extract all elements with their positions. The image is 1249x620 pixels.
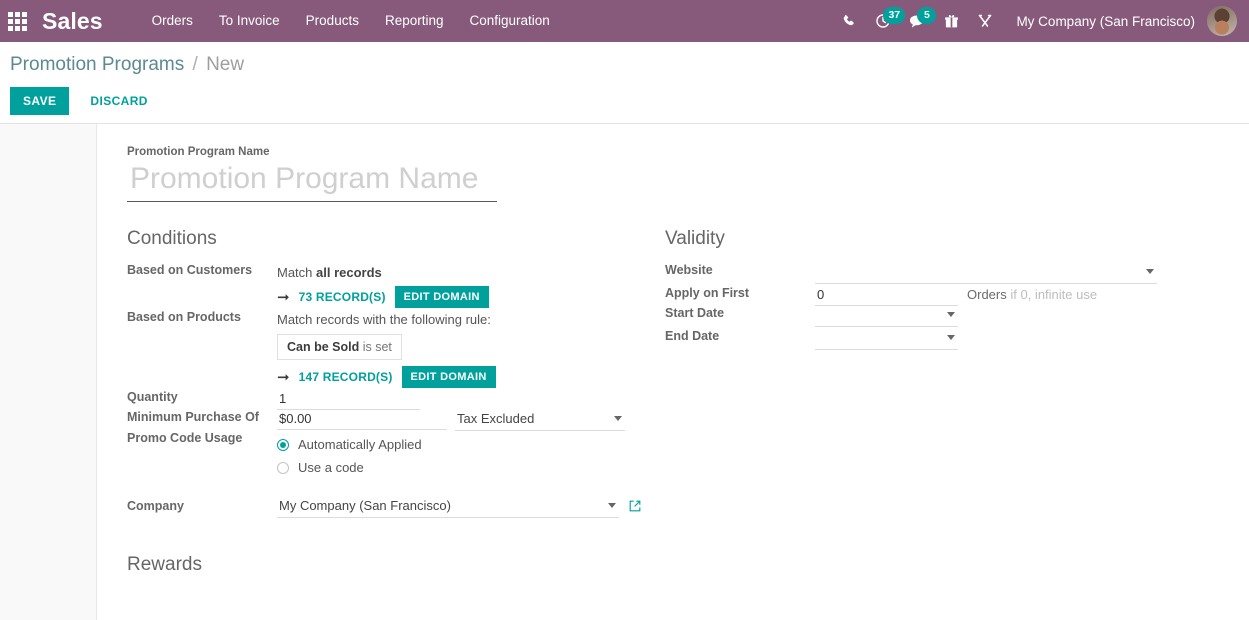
rewards-heading: Rewards: [127, 554, 202, 575]
radio-use-a-code-label: Use a code: [298, 460, 364, 475]
arrow-right-icon: ➞: [277, 368, 290, 386]
start-date-input[interactable]: [815, 306, 958, 327]
systray: 37 5 My Company (San Francisco): [832, 0, 1249, 42]
radio-automatically-applied-label: Automatically Applied: [298, 437, 422, 452]
app-brand-title[interactable]: Sales: [42, 8, 103, 35]
menu-item-orders[interactable]: Orders: [139, 0, 206, 42]
field-row-based-on-products: Based on Products Match records with the…: [127, 310, 657, 390]
end-date-value: [815, 329, 958, 349]
form-action-buttons: SAVE DISCARD: [10, 87, 1233, 115]
customers-match-prefix: Match: [277, 265, 317, 280]
customers-records-link[interactable]: 73 RECORD(S): [299, 290, 386, 304]
chat-messages-icon[interactable]: 5: [900, 0, 937, 42]
company-value: My Company (San Francisco): [279, 498, 451, 513]
products-edit-domain-button[interactable]: EDIT DOMAIN: [401, 366, 496, 388]
customers-match-text: Match all records: [277, 263, 657, 280]
minimum-purchase-input[interactable]: [277, 410, 447, 430]
tax-mode-value: Tax Excluded: [457, 411, 535, 426]
rewards-group: Rewards: [127, 554, 1249, 577]
field-row-based-on-customers: Based on Customers Match all records ➞ 7…: [127, 263, 657, 310]
field-row-minimum-purchase: Minimum Purchase Of Tax Excluded: [127, 410, 657, 431]
gift-icon[interactable]: [934, 0, 968, 42]
based-on-products-label: Based on Products: [127, 310, 241, 324]
promo-code-usage-label: Promo Code Usage: [127, 431, 243, 445]
field-row-website: Website: [665, 263, 1195, 286]
menu-item-reporting[interactable]: Reporting: [372, 0, 457, 42]
field-row-apply-on-first: Apply on First Orders if 0, infinite use: [665, 286, 1195, 306]
form-columns: Conditions Based on Customers Match all …: [127, 228, 1249, 518]
website-value: [815, 263, 1157, 283]
form-sheet: Promotion Program Name Conditions Based …: [97, 124, 1249, 620]
discard-button[interactable]: DISCARD: [77, 87, 160, 115]
breadcrumb-separator: /: [192, 54, 198, 75]
apply-on-first-hint: if 0, infinite use: [1010, 287, 1098, 302]
title-block: Promotion Program Name: [127, 146, 1249, 202]
external-link-icon[interactable]: [628, 499, 642, 516]
breadcrumb-current: New: [206, 54, 245, 75]
tax-mode-select[interactable]: Tax Excluded: [455, 410, 625, 431]
promotion-name-input[interactable]: [127, 160, 497, 202]
radio-automatically-applied[interactable]: Automatically Applied: [277, 437, 657, 452]
save-button[interactable]: SAVE: [10, 87, 70, 115]
customers-match-strong: all records: [316, 265, 382, 280]
apply-on-first-suffix: Orders if 0, infinite use: [958, 287, 1097, 302]
website-label: Website: [665, 263, 713, 277]
start-date-label: Start Date: [665, 306, 725, 320]
minimum-purchase-label: Minimum Purchase Of: [127, 410, 259, 424]
quantity-input[interactable]: [277, 390, 420, 410]
validity-heading: Validity: [665, 228, 725, 249]
menu-item-configuration[interactable]: Configuration: [457, 0, 563, 42]
validity-group: Validity Website Apply on First 0 Orders…: [665, 228, 1195, 518]
radio-use-a-code[interactable]: Use a code: [277, 460, 657, 475]
field-row-company: Company My Company (San Francisco): [127, 483, 657, 518]
company-select[interactable]: My Company (San Francisco): [277, 497, 619, 518]
left-gutter: [0, 124, 97, 620]
customers-edit-domain-button[interactable]: EDIT DOMAIN: [394, 286, 489, 308]
menu-item-to-invoice[interactable]: To Invoice: [206, 0, 293, 42]
apply-on-first-label: Apply on First: [665, 286, 750, 300]
company-switcher[interactable]: My Company (San Francisco): [1002, 14, 1205, 29]
products-rule-operator: is set: [362, 340, 392, 354]
main-menu: Orders To Invoice Products Reporting Con…: [139, 0, 563, 42]
breadcrumb-parent-link[interactable]: Promotion Programs: [10, 54, 184, 75]
products-domain-row: ➞ 147 RECORD(S) EDIT DOMAIN: [277, 366, 657, 388]
start-date-value: [815, 306, 958, 326]
top-navbar: Sales Orders To Invoice Products Reporti…: [0, 0, 1249, 42]
radio-unselected-icon: [277, 461, 289, 474]
end-date-input[interactable]: [815, 329, 958, 350]
products-rule-field: Can be Sold: [287, 340, 360, 354]
apply-on-first-unit: Orders: [967, 287, 1007, 302]
conditions-heading: Conditions: [127, 228, 217, 249]
company-label: Company: [127, 499, 184, 513]
apps-grid-icon[interactable]: [0, 0, 34, 42]
field-row-quantity: Quantity: [127, 390, 657, 410]
tools-wrench-icon[interactable]: [968, 0, 1002, 42]
products-rule-box[interactable]: Can be Sold is set: [277, 334, 402, 360]
website-select[interactable]: [815, 263, 1157, 284]
end-date-label: End Date: [665, 329, 720, 343]
customers-domain-row: ➞ 73 RECORD(S) EDIT DOMAIN: [277, 286, 657, 308]
arrow-right-icon: ➞: [277, 288, 290, 306]
radio-selected-icon: [277, 438, 289, 451]
field-row-promo-code-usage: Promo Code Usage Automatically Applied U…: [127, 431, 657, 483]
conditions-group: Conditions Based on Customers Match all …: [127, 228, 657, 518]
products-records-link[interactable]: 147 RECORD(S): [299, 370, 393, 384]
promotion-name-label: Promotion Program Name: [127, 146, 270, 158]
breadcrumb: Promotion Programs / New: [10, 54, 1233, 76]
user-avatar[interactable]: [1207, 6, 1237, 36]
apply-on-first-input[interactable]: [815, 286, 958, 306]
control-panel: Promotion Programs / New SAVE DISCARD: [0, 42, 1249, 124]
field-row-end-date: End Date: [665, 329, 1195, 352]
menu-item-products[interactable]: Products: [293, 0, 372, 42]
quantity-label: Quantity: [127, 390, 178, 404]
form-area: Promotion Program Name Conditions Based …: [0, 124, 1249, 620]
products-match-text: Match records with the following rule:: [277, 312, 491, 327]
based-on-customers-label: Based on Customers: [127, 263, 253, 277]
phone-icon[interactable]: [832, 0, 866, 42]
field-row-start-date: Start Date: [665, 306, 1195, 329]
clock-activity-icon[interactable]: 37: [866, 0, 906, 42]
